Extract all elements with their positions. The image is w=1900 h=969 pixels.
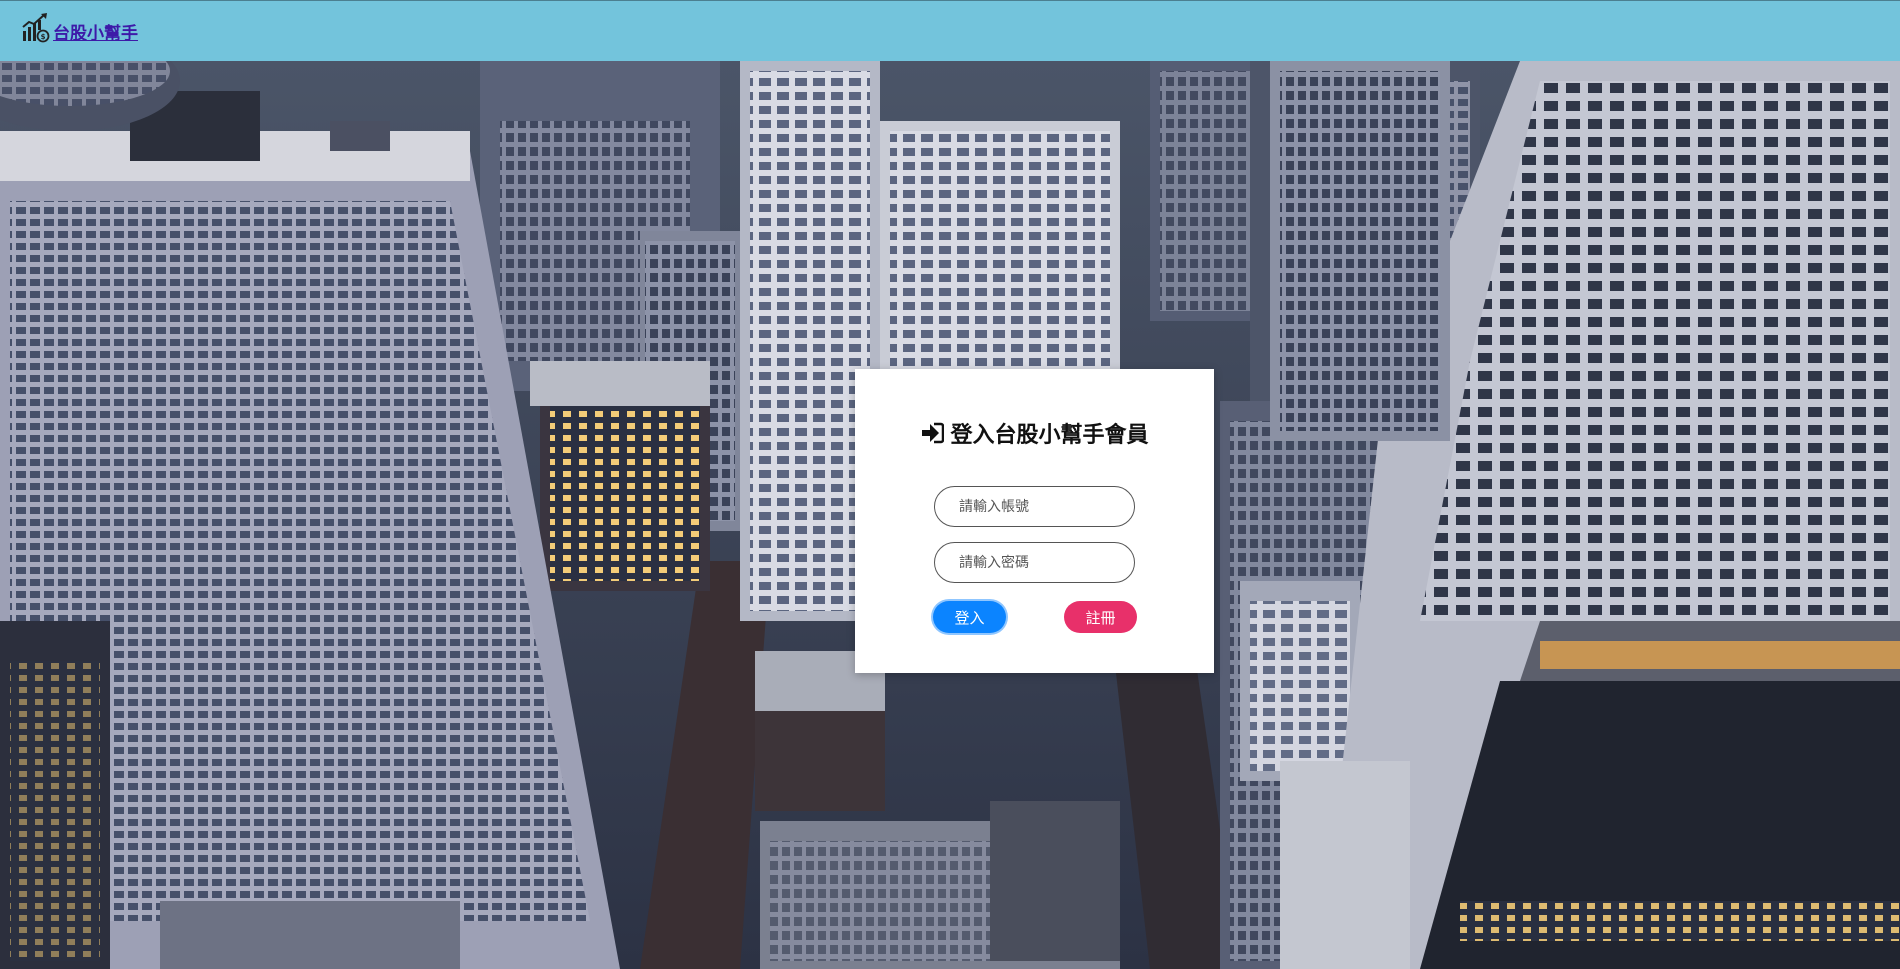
login-button[interactable]: 登入 [933, 601, 1006, 633]
login-card: 登入台股小幫手會員 登入 註冊 [855, 369, 1214, 673]
login-title: 登入台股小幫手會員 [855, 417, 1214, 449]
page: $ 台股小幫手 登入台股小幫手會員 登入 註冊 [0, 0, 1900, 969]
stock-chart-icon: $ [22, 13, 50, 43]
username-input[interactable] [934, 486, 1135, 527]
brand-link[interactable]: $ 台股小幫手 [22, 13, 138, 43]
svg-text:$: $ [41, 33, 46, 41]
password-input[interactable] [934, 542, 1135, 583]
login-title-text: 登入台股小幫手會員 [950, 423, 1149, 448]
brand-label: 台股小幫手 [53, 23, 138, 44]
sign-in-icon [922, 422, 945, 444]
top-navbar: $ 台股小幫手 [0, 0, 1900, 61]
register-button[interactable]: 註冊 [1064, 601, 1137, 633]
